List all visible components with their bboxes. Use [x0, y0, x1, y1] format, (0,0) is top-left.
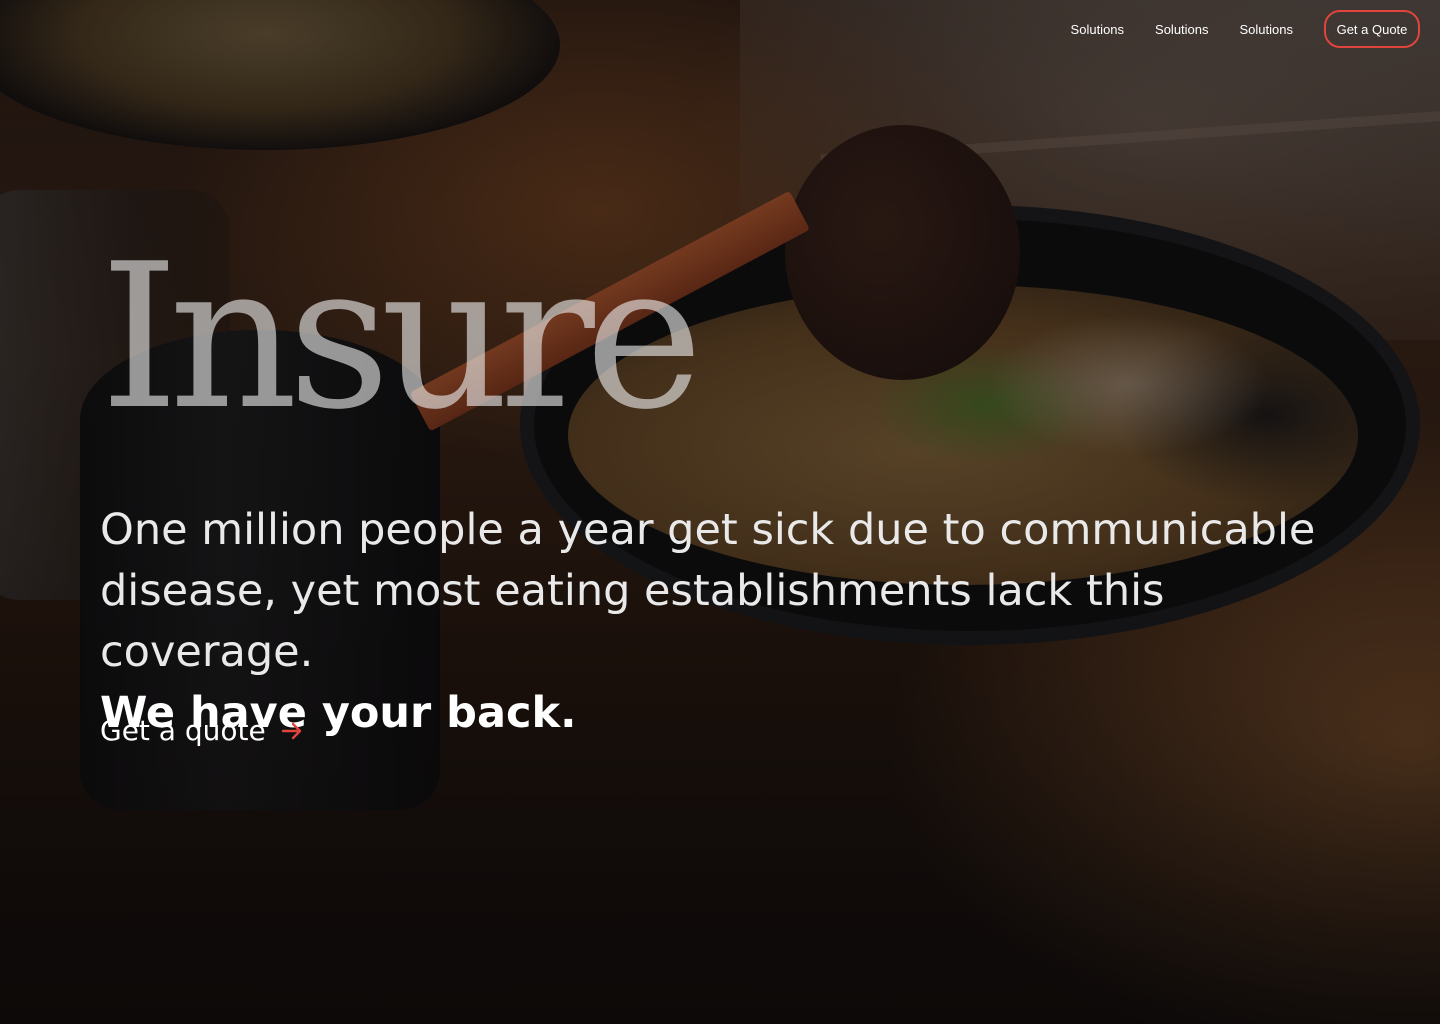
hero-tagline: One million people a year get sick due t…	[100, 500, 1390, 744]
get-a-quote-button[interactable]: Get a Quote	[1324, 10, 1420, 48]
brand-title: Insure	[100, 221, 703, 454]
nav-link-solutions-2[interactable]: Solutions	[1155, 22, 1208, 37]
nav-link-solutions-3[interactable]: Solutions	[1240, 22, 1293, 37]
tagline-text: One million people a year get sick due t…	[100, 505, 1316, 677]
arrow-right-icon	[281, 722, 301, 739]
nav-link-solutions-1[interactable]: Solutions	[1071, 22, 1124, 37]
hero-section: Solutions Solutions Solutions Get a Quot…	[0, 0, 1440, 1024]
quote-link-label: Get a quote	[100, 714, 266, 747]
get-a-quote-link[interactable]: Get a quote	[100, 714, 304, 747]
top-nav: Solutions Solutions Solutions Get a Quot…	[1071, 10, 1420, 48]
